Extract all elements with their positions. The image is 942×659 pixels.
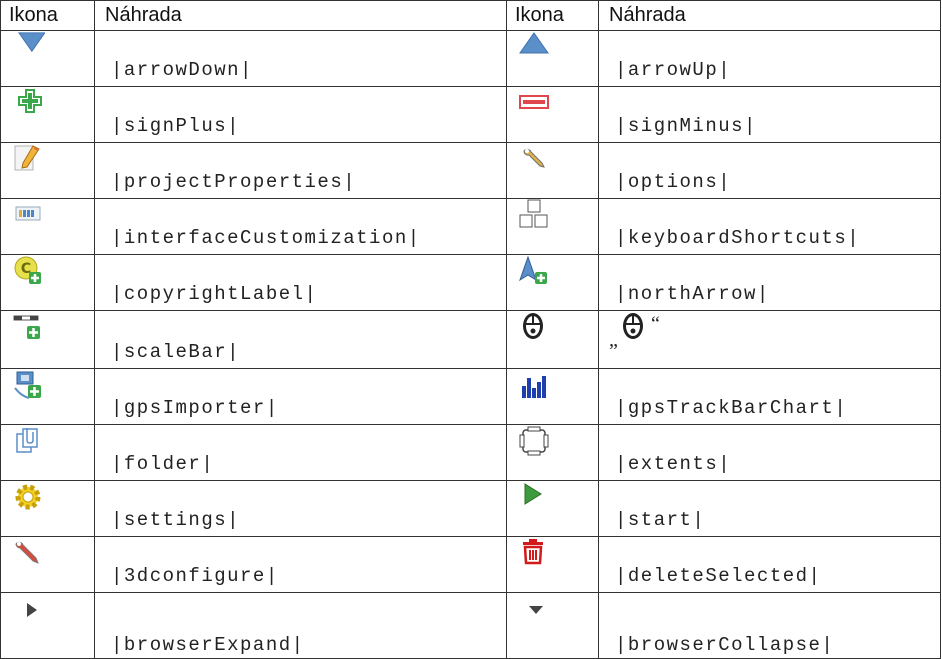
- substitution-cell: |browserCollapse|: [598, 592, 941, 659]
- substitution-cell: „ “: [598, 310, 941, 369]
- icon-cell: [506, 30, 599, 87]
- table-row: |browserExpand| |browserCollapse|: [0, 592, 941, 659]
- open-quote: „: [609, 329, 620, 351]
- icon-cell: [506, 310, 599, 369]
- substitution-cell: |gpsTrackBarChart|: [598, 368, 941, 425]
- copyright-label-icon: C: [14, 256, 41, 284]
- substitution-cell: |browserExpand|: [94, 592, 507, 659]
- substitution-cell: |northArrow|: [598, 254, 941, 311]
- icon-cell: [0, 86, 95, 143]
- icon-cell: [506, 592, 599, 659]
- substitution-cell: |keyboardShortcuts|: [598, 198, 941, 255]
- icon-cell: [506, 254, 599, 311]
- table-row: C |copyrightLabel| |northArrow|: [0, 254, 941, 311]
- interface-customization-icon: [15, 206, 41, 221]
- substitution-cell: |interfaceCustomization|: [94, 198, 507, 255]
- table-header-row: Ikona Náhrada Ikona Náhrada: [0, 0, 941, 31]
- substitution-cell: |options|: [598, 142, 941, 199]
- header-icon-left: Ikona: [0, 0, 95, 31]
- settings-icon: [15, 484, 41, 510]
- substitution-cell: |3dconfigure|: [94, 536, 507, 593]
- icon-cell: [0, 592, 95, 659]
- icon-cell: [506, 536, 599, 593]
- icon-cell: [0, 198, 95, 255]
- gps-importer-icon: [14, 371, 41, 399]
- start-icon: [524, 483, 542, 505]
- options-icon: [523, 148, 545, 168]
- substitution-cell: |arrowDown|: [94, 30, 507, 87]
- table-row: |scaleBar| „ “: [0, 310, 941, 369]
- 3d-configure-icon: [15, 541, 39, 564]
- close-quote: “: [651, 313, 662, 335]
- icon-cell: [0, 480, 95, 537]
- icon-cell: [506, 198, 599, 255]
- substitution-cell: |projectProperties|: [94, 142, 507, 199]
- icon-cell: [506, 368, 599, 425]
- table-row: |gpsImporter| |gpsTrackBarChart|: [0, 368, 941, 425]
- sign-minus-icon: [519, 95, 549, 109]
- icon-substitution-table: Ikona Náhrada Ikona Náhrada |arrowDown| …: [0, 0, 941, 659]
- substitution-cell: |gpsImporter|: [94, 368, 507, 425]
- browser-expand-icon: [27, 603, 37, 617]
- browser-collapse-icon: [529, 606, 543, 614]
- sign-plus-icon: [18, 89, 42, 113]
- mouse-icon: [523, 313, 543, 339]
- mouse-icon: [623, 313, 643, 339]
- substitution-cell: |copyrightLabel|: [94, 254, 507, 311]
- icon-cell: C: [0, 254, 95, 311]
- icon-cell: [506, 424, 599, 481]
- icon-cell: [506, 480, 599, 537]
- substitution-cell: |folder|: [94, 424, 507, 481]
- icon-cell: [0, 536, 95, 593]
- icon-cell: [0, 142, 95, 199]
- table-row: |arrowDown| |arrowUp|: [0, 30, 941, 87]
- table-row: |interfaceCustomization| |keyboardShortc…: [0, 198, 941, 255]
- header-icon-right: Ikona: [506, 0, 599, 31]
- substitution-cell: |settings|: [94, 480, 507, 537]
- extents-icon: [519, 426, 549, 456]
- north-arrow-icon: [519, 256, 547, 284]
- header-substitution-right: Náhrada: [598, 0, 941, 31]
- icon-cell: [0, 424, 95, 481]
- substitution-cell: |extents|: [598, 424, 941, 481]
- substitution-cell: |signMinus|: [598, 86, 941, 143]
- icon-cell: [0, 310, 95, 369]
- project-properties-icon: [14, 145, 40, 171]
- keyboard-shortcuts-icon: [519, 199, 548, 228]
- table-row: |3dconfigure| |deleteSelected|: [0, 536, 941, 593]
- table-row: |projectProperties| |options|: [0, 142, 941, 199]
- substitution-cell: |deleteSelected|: [598, 536, 941, 593]
- arrow-up-icon: [519, 32, 549, 54]
- table-row: |signPlus| |signMinus|: [0, 86, 941, 143]
- icon-cell: [506, 86, 599, 143]
- folder-icon: [16, 428, 38, 453]
- substitution-cell: |arrowUp|: [598, 30, 941, 87]
- header-substitution-left: Náhrada: [94, 0, 507, 31]
- table-row: |settings| |start|: [0, 480, 941, 537]
- substitution-cell: |start|: [598, 480, 941, 537]
- arrow-down-icon: [18, 32, 45, 53]
- icon-cell: [506, 142, 599, 199]
- icon-cell: [0, 368, 95, 425]
- gps-track-bar-chart-icon: [520, 371, 548, 399]
- table-row: |folder| |extents|: [0, 424, 941, 481]
- delete-selected-icon: [523, 539, 543, 565]
- substitution-cell: |signPlus|: [94, 86, 507, 143]
- icon-cell: [0, 30, 95, 87]
- substitution-cell: |scaleBar|: [94, 310, 507, 369]
- scale-bar-icon: [13, 315, 40, 339]
